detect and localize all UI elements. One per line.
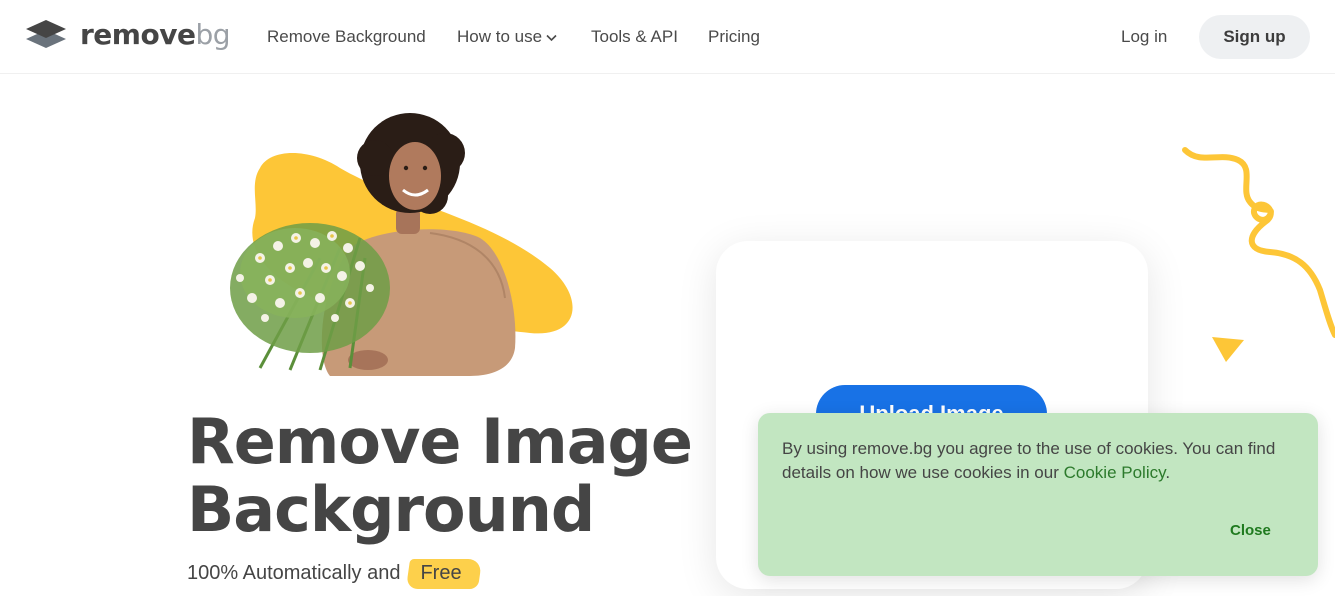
cookie-message: By using remove.bg you agree to the use … <box>782 437 1297 485</box>
hero-image <box>230 113 573 376</box>
hero-subtitle-text: 100% Automatically and <box>187 562 401 584</box>
logo-wordmark: removebg <box>80 18 230 52</box>
top-navigation-bar: removebg Remove Background How to use To… <box>0 0 1335 74</box>
logo-word-suffix: bg <box>195 18 230 51</box>
free-highlight-badge: Free <box>408 562 473 585</box>
logo-word-main: remove <box>80 18 196 51</box>
nav-how-to-use-label: How to use <box>457 27 543 46</box>
squiggle-decoration <box>1182 147 1335 338</box>
nav-remove-background[interactable]: Remove Background <box>267 27 426 47</box>
nav-tools-api[interactable]: Tools & API <box>591 27 678 47</box>
hero-subtitle: 100% Automatically and Free <box>187 562 474 585</box>
signup-button[interactable]: Sign up <box>1199 15 1310 59</box>
logo-layers-icon <box>26 20 66 48</box>
hero-title-line-1: Remove Image <box>187 405 693 478</box>
hero-title: Remove Image Background <box>187 405 693 546</box>
nav-how-to-use[interactable]: How to use <box>457 27 557 47</box>
login-link[interactable]: Log in <box>1121 27 1167 47</box>
chevron-down-icon <box>546 34 557 41</box>
hero-title-line-2: Background <box>187 473 595 546</box>
cookie-policy-link[interactable]: Cookie Policy <box>1064 463 1166 482</box>
triangle-decoration <box>1212 337 1244 362</box>
free-highlight-text: Free <box>420 562 462 584</box>
logo[interactable]: removebg <box>24 18 230 52</box>
cookie-message-suffix: . <box>1165 463 1171 482</box>
cookie-close-button[interactable]: Close <box>1230 522 1271 539</box>
cookie-consent-banner: By using remove.bg you agree to the use … <box>758 413 1318 576</box>
nav-pricing[interactable]: Pricing <box>708 27 760 47</box>
cookie-message-text: By using remove.bg you agree to the use … <box>782 439 1276 482</box>
